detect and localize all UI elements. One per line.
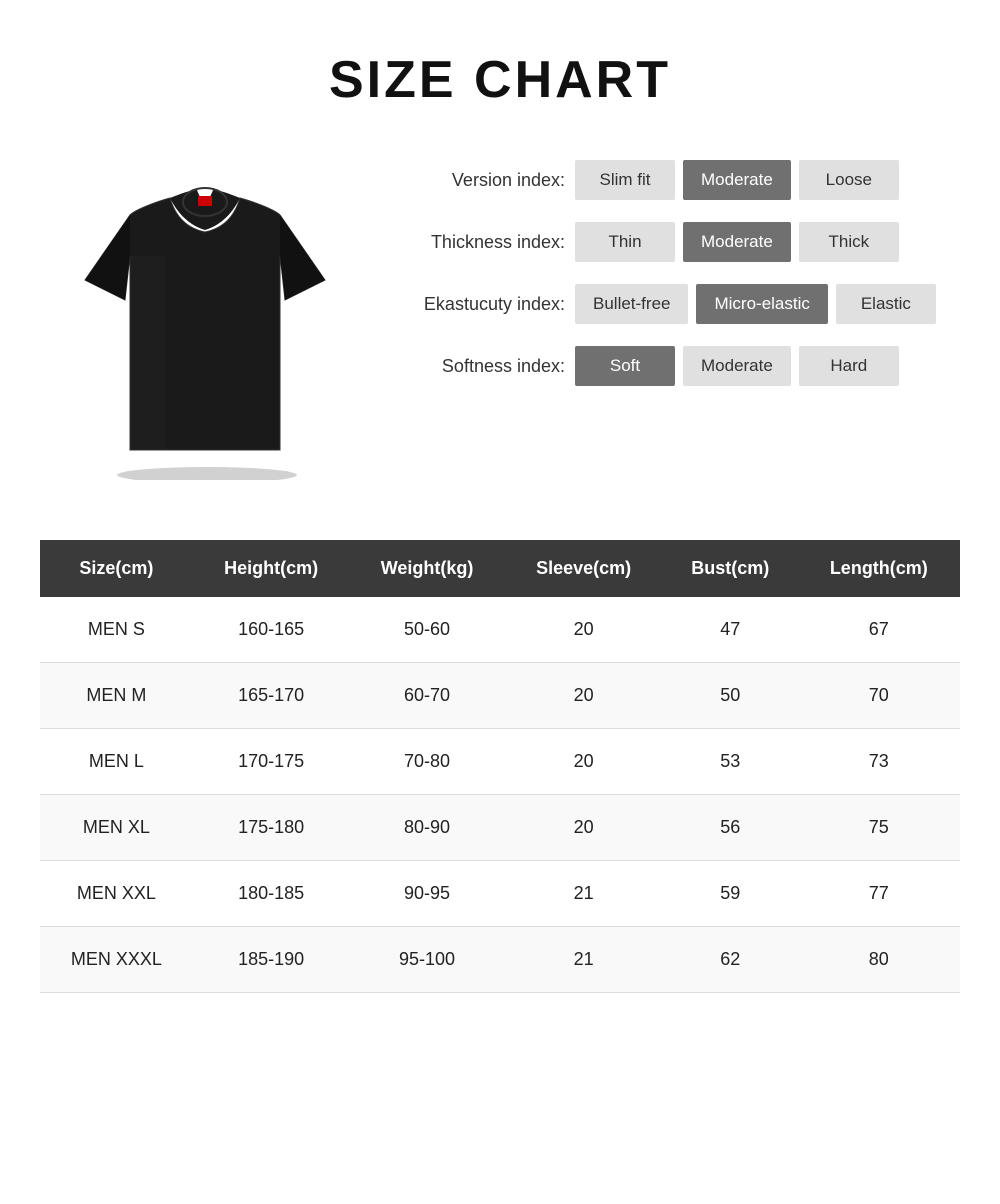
top-section: Version index:Slim fitModerateLooseThick… — [40, 150, 960, 490]
table-cell-0-5: 67 — [798, 597, 960, 663]
option-badge-0-2: Loose — [799, 160, 899, 200]
table-cell-4-1: 180-185 — [193, 861, 350, 927]
option-badge-2-0: Bullet-free — [575, 284, 688, 324]
option-badge-1-0: Thin — [575, 222, 675, 262]
table-cell-2-3: 20 — [505, 729, 663, 795]
index-options-1: ThinModerateThick — [575, 222, 899, 262]
table-cell-4-4: 59 — [663, 861, 798, 927]
table-cell-3-5: 75 — [798, 795, 960, 861]
table-cell-2-2: 70-80 — [350, 729, 505, 795]
table-cell-4-5: 77 — [798, 861, 960, 927]
table-cell-0-4: 47 — [663, 597, 798, 663]
table-row: MEN XL175-18080-90205675 — [40, 795, 960, 861]
index-label-1: Thickness index: — [390, 232, 565, 253]
table-header-2: Weight(kg) — [350, 540, 505, 597]
table-cell-4-3: 21 — [505, 861, 663, 927]
table-cell-1-4: 50 — [663, 663, 798, 729]
table-cell-0-1: 160-165 — [193, 597, 350, 663]
table-cell-3-1: 175-180 — [193, 795, 350, 861]
option-badge-0-0: Slim fit — [575, 160, 675, 200]
table-cell-1-3: 20 — [505, 663, 663, 729]
table-header-0: Size(cm) — [40, 540, 193, 597]
table-row: MEN S160-16550-60204767 — [40, 597, 960, 663]
table-cell-3-4: 56 — [663, 795, 798, 861]
index-row-3: Softness index: SoftModerateHard — [390, 346, 960, 386]
table-cell-1-5: 70 — [798, 663, 960, 729]
option-badge-1-2: Thick — [799, 222, 899, 262]
table-row: MEN XXXL185-19095-100216280 — [40, 927, 960, 993]
table-cell-5-2: 95-100 — [350, 927, 505, 993]
table-cell-3-2: 80-90 — [350, 795, 505, 861]
index-row-1: Thickness index: ThinModerateThick — [390, 222, 960, 262]
index-row-0: Version index: Slim fitModerateLoose — [390, 160, 960, 200]
table-header-4: Bust(cm) — [663, 540, 798, 597]
index-options-2: Bullet-freeMicro-elasticElastic — [575, 284, 936, 324]
index-options-0: Slim fitModerateLoose — [575, 160, 899, 200]
table-cell-1-1: 165-170 — [193, 663, 350, 729]
option-badge-3-1: Moderate — [683, 346, 791, 386]
table-row: MEN M165-17060-70205070 — [40, 663, 960, 729]
table-cell-1-2: 60-70 — [350, 663, 505, 729]
indices-section: Version index:Slim fitModerateLooseThick… — [370, 150, 960, 386]
size-table-container: Size(cm)Height(cm)Weight(kg)Sleeve(cm)Bu… — [40, 540, 960, 993]
index-row-2: Ekastucuty index: Bullet-freeMicro-elasti… — [390, 284, 960, 324]
table-cell-5-3: 21 — [505, 927, 663, 993]
table-cell-5-0: MEN XXXL — [40, 927, 193, 993]
table-row: MEN XXL180-18590-95215977 — [40, 861, 960, 927]
table-cell-3-0: MEN XL — [40, 795, 193, 861]
table-cell-0-3: 20 — [505, 597, 663, 663]
index-label-0: Version index: — [390, 170, 565, 191]
table-cell-3-3: 20 — [505, 795, 663, 861]
table-cell-1-0: MEN M — [40, 663, 193, 729]
table-header-3: Sleeve(cm) — [505, 540, 663, 597]
table-cell-2-0: MEN L — [40, 729, 193, 795]
option-badge-0-1: Moderate — [683, 160, 791, 200]
table-cell-2-1: 170-175 — [193, 729, 350, 795]
table-header-1: Height(cm) — [193, 540, 350, 597]
size-table: Size(cm)Height(cm)Weight(kg)Sleeve(cm)Bu… — [40, 540, 960, 993]
table-cell-4-2: 90-95 — [350, 861, 505, 927]
page-title: SIZE CHART — [40, 50, 960, 110]
option-badge-1-1: Moderate — [683, 222, 791, 262]
option-badge-2-1: Micro-elastic — [696, 284, 827, 324]
table-cell-4-0: MEN XXL — [40, 861, 193, 927]
table-row: MEN L170-17570-80205373 — [40, 729, 960, 795]
option-badge-3-0: Soft — [575, 346, 675, 386]
index-label-3: Softness index: — [390, 356, 565, 377]
table-cell-5-4: 62 — [663, 927, 798, 993]
table-cell-0-0: MEN S — [40, 597, 193, 663]
table-cell-0-2: 50-60 — [350, 597, 505, 663]
option-badge-2-2: Elastic — [836, 284, 936, 324]
table-cell-2-4: 53 — [663, 729, 798, 795]
table-header-5: Length(cm) — [798, 540, 960, 597]
option-badge-3-2: Hard — [799, 346, 899, 386]
index-options-3: SoftModerateHard — [575, 346, 899, 386]
index-label-2: Ekastucuty index: — [390, 294, 565, 315]
table-cell-5-5: 80 — [798, 927, 960, 993]
table-cell-5-1: 185-190 — [193, 927, 350, 993]
table-cell-2-5: 73 — [798, 729, 960, 795]
tshirt-image — [40, 150, 370, 490]
